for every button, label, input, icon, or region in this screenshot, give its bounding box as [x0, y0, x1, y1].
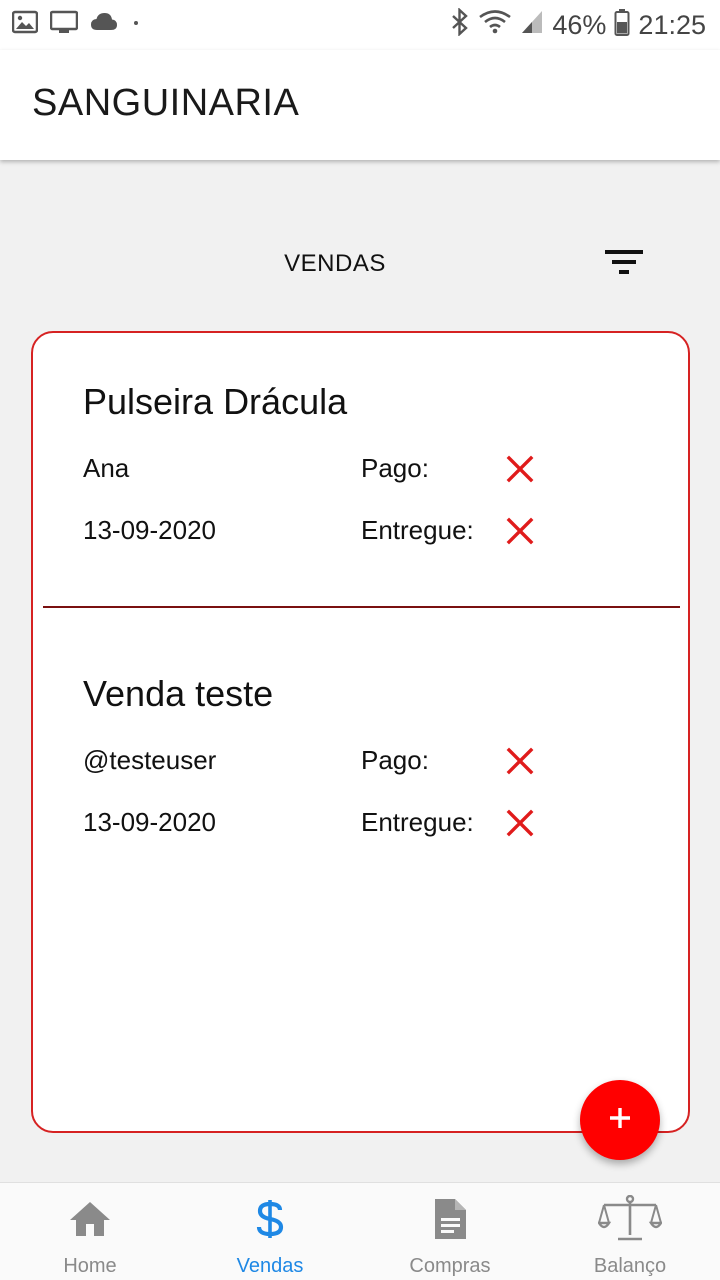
nav-label: Compras	[409, 1255, 491, 1277]
app-bar: SANGUINARIA	[0, 50, 720, 160]
bottom-navigation: Home Vendas Compras Balanço	[0, 1182, 720, 1280]
dollar-icon	[246, 1195, 294, 1243]
nav-item-home[interactable]: Home	[0, 1183, 180, 1280]
sale-title: Pulseira Drácula	[83, 381, 348, 422]
not-delivered-x-icon	[505, 808, 535, 838]
bluetooth-icon	[450, 7, 470, 43]
sale-customer: Ana	[83, 453, 130, 483]
sale-title: Venda teste	[83, 673, 274, 714]
not-paid-x-icon	[505, 746, 535, 776]
cloud-icon	[90, 11, 118, 38]
sales-list-card: Pulseira Drácula Ana Pago: 13-09-2020 En…	[31, 331, 690, 1133]
image-notification-icon	[11, 10, 39, 39]
paid-label: Pago:	[361, 745, 429, 775]
nav-label: Balanço	[593, 1255, 667, 1277]
document-icon	[426, 1195, 474, 1243]
sale-date: 13-09-2020	[83, 807, 216, 837]
add-sale-button[interactable]	[580, 1080, 660, 1160]
paid-label: Pago:	[361, 453, 429, 483]
nav-label: Home	[63, 1255, 117, 1277]
nav-label: Vendas	[236, 1255, 304, 1277]
sale-customer: @testeuser	[83, 745, 217, 775]
battery-icon	[614, 8, 630, 43]
app-title: SANGUINARIA	[32, 82, 300, 124]
clock: 21:25	[638, 10, 706, 40]
delivered-label: Entregue:	[361, 515, 474, 545]
delivered-label: Entregue:	[361, 807, 474, 837]
plus-icon	[608, 1106, 632, 1135]
nav-item-compras[interactable]: Compras	[360, 1183, 540, 1280]
section-title: VENDAS	[284, 250, 386, 277]
sale-item[interactable]: Pulseira Drácula Ana Pago: 13-09-2020 En…	[33, 333, 688, 605]
battery-percent: 46%	[552, 10, 607, 40]
filter-icon	[604, 248, 644, 281]
sale-item[interactable]: Venda teste @testeuser Pago: 13-09-2020 …	[33, 625, 688, 875]
wifi-icon	[478, 9, 512, 42]
home-icon	[66, 1195, 114, 1243]
signal-icon	[520, 9, 544, 42]
scale-icon	[596, 1195, 664, 1243]
sale-date: 13-09-2020	[83, 515, 216, 545]
nav-item-vendas[interactable]: Vendas	[180, 1183, 360, 1280]
filter-button[interactable]	[596, 244, 652, 284]
sale-divider	[43, 606, 680, 608]
not-paid-x-icon	[505, 454, 535, 484]
status-bar: 46% 21:25	[0, 0, 720, 50]
not-delivered-x-icon	[505, 516, 535, 546]
nav-item-balanco[interactable]: Balanço	[540, 1183, 720, 1280]
screen-cast-icon	[49, 10, 79, 39]
dot-notification-icon	[130, 16, 142, 34]
